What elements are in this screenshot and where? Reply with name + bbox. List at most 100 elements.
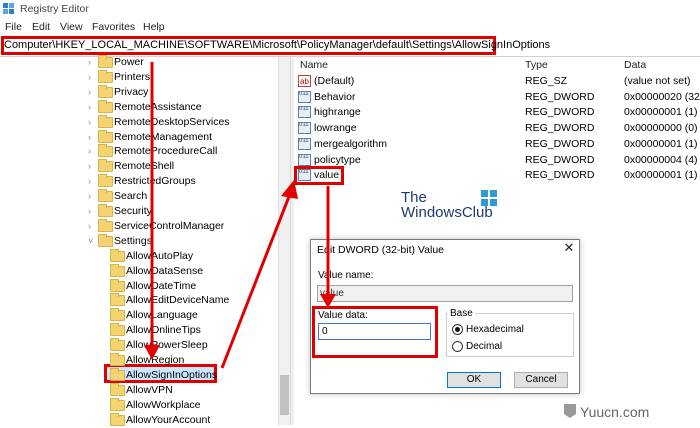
dialog-title: Edit DWORD (32-bit) Value — [317, 244, 445, 256]
chevron-right-icon[interactable]: › — [88, 144, 96, 159]
menu-favorites[interactable]: Favorites — [92, 21, 135, 33]
chevron-right-icon[interactable]: › — [88, 189, 96, 204]
value-row[interactable]: 011 110lowrange REG_DWORD 0x00000000 (0) — [298, 121, 698, 136]
chevron-right-icon[interactable]: › — [88, 85, 96, 100]
window-title: Registry Editor — [20, 3, 89, 15]
menu-edit[interactable]: Edit — [32, 21, 50, 33]
title-bar — [0, 0, 700, 18]
value-row[interactable]: 011 110Behavior REG_DWORD 0x00000020 (32) — [298, 90, 700, 105]
menu-view[interactable]: View — [60, 21, 83, 33]
radio-hexadecimal-label[interactable]: Hexadecimal — [466, 324, 524, 335]
cancel-button[interactable]: Cancel — [514, 372, 568, 388]
value-type: REG_DWORD — [525, 122, 595, 135]
dword-value-icon: 011 110 — [298, 122, 311, 135]
folder-icon — [110, 338, 125, 352]
tree-node-label: Search — [114, 190, 148, 203]
chevron-right-icon[interactable]: › — [88, 219, 96, 234]
tree-node-label: RestrictedGroups — [114, 175, 196, 188]
registry-editor-app-icon — [3, 3, 14, 14]
tree-node-label: AllowSignInOptions — [126, 368, 218, 381]
chevron-right-icon[interactable]: › — [88, 70, 96, 85]
value-data: 0x00000001 (1) — [624, 137, 698, 150]
yuucn-logo-icon — [564, 404, 576, 418]
value-data-input[interactable]: 0 — [318, 323, 431, 340]
folder-icon — [98, 233, 113, 247]
value-row[interactable]: 011 110mergealgorithm REG_DWORD 0x00000001… — [298, 137, 698, 152]
value-type: REG_DWORD — [525, 169, 595, 182]
column-header-data[interactable]: Data — [624, 59, 646, 71]
menu-file[interactable]: File — [5, 21, 22, 33]
chevron-right-icon[interactable]: › — [88, 55, 96, 70]
site-watermark: Yuucn.com — [580, 404, 650, 420]
radio-hexadecimal[interactable] — [452, 324, 463, 335]
value-name: lowrange — [314, 122, 357, 135]
tree-node-label: AllowOnlineTips — [126, 324, 201, 337]
dword-value-icon: 011 110 — [298, 90, 311, 103]
tree-node-label: RemoteDesktopServices — [114, 115, 230, 128]
dialog-close-icon[interactable]: ✕ — [562, 241, 576, 255]
tree-node-label: RemoteManagement — [114, 130, 213, 143]
radio-decimal[interactable] — [452, 341, 463, 352]
tree-node-label: AllowVPN — [126, 383, 173, 396]
value-type: REG_DWORD — [525, 90, 595, 103]
value-name: highrange — [314, 106, 361, 119]
value-name: mergealgorithm — [314, 137, 387, 150]
folder-icon — [98, 129, 113, 143]
watermark-line2: WindowsClub — [401, 204, 493, 221]
folder-icon — [98, 99, 113, 113]
tree-node-label: AllowWorkplace — [126, 398, 201, 411]
tree-node-label: AllowAutoPlay — [126, 249, 194, 262]
tree-scrollbar-thumb[interactable] — [280, 375, 289, 415]
tree-node-label: RemoteShell — [114, 160, 175, 173]
address-path: Computer\HKEY_LOCAL_MACHINE\SOFTWARE\Mic… — [4, 39, 551, 51]
chevron-down-icon[interactable]: ˅ — [88, 234, 96, 249]
value-type: REG_SZ — [525, 75, 568, 87]
value-row[interactable]: 011 110highrange REG_DWORD 0x00000001 (1) — [298, 105, 698, 120]
value-data: 0x00000020 (32) — [624, 90, 700, 103]
value-type: REG_DWORD — [525, 153, 595, 166]
value-data: 0x00000000 (0) — [624, 122, 698, 135]
tree-node-label: AllowRegion — [126, 354, 185, 366]
value-type: REG_DWORD — [525, 137, 595, 150]
value-row-highlight — [294, 166, 344, 185]
tree-node-label: AllowYourAccount — [126, 413, 211, 426]
chevron-right-icon[interactable]: › — [88, 100, 96, 115]
tree-node-label: Settings — [114, 234, 152, 247]
folder-icon — [110, 367, 125, 381]
value-row[interactable]: ab (Default) REG_SZ (value not set) — [298, 74, 698, 89]
value-name-field: value — [317, 285, 573, 302]
tree-scrollbar[interactable] — [278, 57, 290, 425]
folder-icon — [110, 323, 125, 337]
tree-node-label: Printers — [114, 70, 151, 83]
folder-icon — [98, 69, 113, 83]
column-header-type[interactable]: Type — [525, 59, 548, 71]
value-type: REG_DWORD — [525, 106, 595, 119]
ok-button[interactable]: OK — [447, 372, 501, 388]
menu-help[interactable]: Help — [143, 21, 165, 33]
tree-node-label: AllowEditDeviceName — [126, 294, 230, 307]
windowsclub-logo-icon — [481, 190, 497, 206]
chevron-right-icon[interactable]: › — [88, 204, 96, 219]
folder-icon — [98, 55, 113, 68]
folder-icon — [98, 218, 113, 232]
column-header-name[interactable]: Name — [300, 59, 328, 71]
folder-icon — [110, 278, 125, 292]
chevron-right-icon[interactable]: › — [88, 130, 96, 145]
value-row[interactable]: 011 110policytypeREG_DWORD0x00000004 (4) — [298, 153, 698, 168]
folder-icon — [110, 382, 125, 396]
chevron-right-icon[interactable]: › — [88, 159, 96, 174]
folder-icon — [110, 353, 125, 366]
tree-node-label: AllowLanguage — [126, 309, 198, 322]
chevron-right-icon[interactable]: › — [88, 174, 96, 189]
radio-decimal-label[interactable]: Decimal — [466, 341, 502, 352]
chevron-right-icon[interactable]: › — [88, 115, 96, 130]
folder-icon — [98, 144, 113, 158]
base-label: Base — [448, 308, 475, 319]
folder-icon — [98, 189, 113, 203]
value-data: 0x00000001 (1) — [624, 169, 698, 182]
folder-icon — [98, 84, 113, 98]
tree-node-label: RemoteProcedureCall — [114, 145, 218, 158]
value-row[interactable]: 011 110valueREG_DWORD0x00000001 (1) — [298, 168, 698, 183]
tree-node-label: AllowPowerSleep — [126, 339, 208, 352]
folder-icon — [110, 308, 125, 322]
